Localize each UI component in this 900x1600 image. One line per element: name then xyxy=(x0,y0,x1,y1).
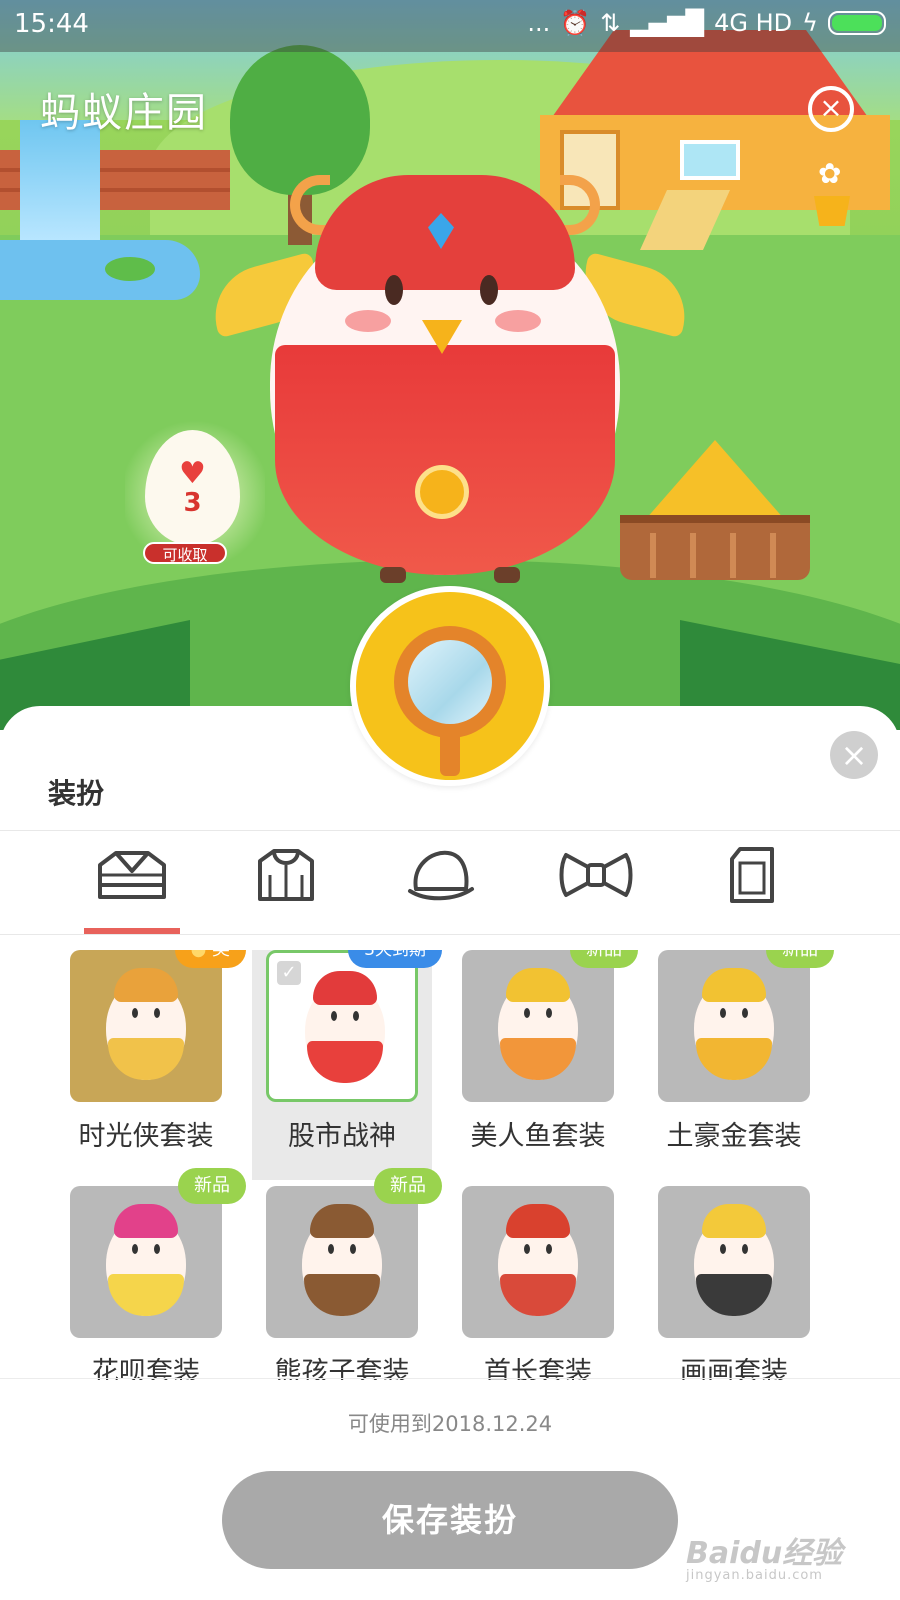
charging-icon: ϟ xyxy=(802,9,818,37)
more-dots-icon: ... xyxy=(527,9,551,37)
outfit-item[interactable]: 新品土豪金套装 xyxy=(644,950,834,1180)
chicken-outfit-icon xyxy=(106,1204,186,1316)
footer-divider xyxy=(0,1378,900,1379)
outfit-thumbnail xyxy=(462,1186,614,1338)
food-trough[interactable] xyxy=(620,440,810,590)
chicken-outfit-icon xyxy=(498,968,578,1080)
outfit-name: 熊孩子套装 xyxy=(274,1357,410,1380)
outfit-badge: 新品 xyxy=(374,1168,442,1204)
validity-text: 可使用到2018.12.24 xyxy=(347,1412,553,1436)
outfit-badge: 3天到期 xyxy=(348,950,442,968)
collect-tag[interactable]: 可收取 xyxy=(143,542,227,564)
mirror-button[interactable] xyxy=(350,586,550,786)
outfit-thumbnail xyxy=(70,1186,222,1338)
outfit-item[interactable]: 新品美人鱼套装 xyxy=(448,950,638,1180)
chicken-outfit-icon xyxy=(302,1204,382,1316)
outfit-item[interactable]: 新品熊孩子套装 xyxy=(252,1168,442,1380)
outfit-thumbnail xyxy=(266,1186,418,1338)
close-panel-button[interactable]: × xyxy=(830,731,878,779)
outfit-thumbnail xyxy=(658,1186,810,1338)
status-time: 15:44 xyxy=(14,9,89,39)
flower-pot-icon[interactable]: ✿ xyxy=(812,160,852,230)
tab-top[interactable] xyxy=(226,830,346,920)
outfit-badge: 新品 xyxy=(570,950,638,968)
shirt-set-icon xyxy=(98,851,166,899)
medal-icon xyxy=(415,465,469,519)
divider xyxy=(0,934,900,935)
tab-background[interactable] xyxy=(692,830,812,920)
outfit-item[interactable]: ● 奖时光侠套装 xyxy=(60,950,246,1180)
network-type: 4G HD xyxy=(714,9,793,37)
outfit-name: 时光侠套装 xyxy=(78,1121,214,1152)
chicken-outfit-icon xyxy=(498,1204,578,1316)
tab-accessory[interactable] xyxy=(536,830,656,920)
watermark-url: jingyan.baidu.com xyxy=(686,1568,823,1583)
chicken-outfit-icon xyxy=(305,971,385,1083)
cap-icon xyxy=(408,850,474,901)
hoodie-icon xyxy=(258,849,314,901)
outfit-name: 首长套装 xyxy=(484,1357,592,1380)
alarm-icon: ⏰ xyxy=(560,9,591,37)
panel-title: 装扮 xyxy=(48,777,105,810)
badge-label: 奖 xyxy=(212,950,230,960)
outfit-badge: ● 奖 xyxy=(174,950,246,968)
mirror-icon xyxy=(356,592,544,780)
bowtie-icon xyxy=(559,853,633,897)
status-bar: 15:44 ... ⏰ ⇅ ▂▄▆█ 4G HD ϟ xyxy=(0,0,900,52)
heart-icon: ♥ xyxy=(179,455,206,491)
collectable-egg[interactable]: ♥ 3 可收取 xyxy=(125,415,265,580)
outfit-item[interactable]: ✓ 3天到期股市战神 xyxy=(252,950,442,1180)
chicken-outfit-icon xyxy=(694,968,774,1080)
tab-hat[interactable] xyxy=(380,830,500,920)
outfit-thumbnail xyxy=(658,950,810,1102)
app-title: 蚂蚁庄园 xyxy=(40,90,208,136)
outfit-thumbnail xyxy=(462,950,614,1102)
outfit-grid: ● 奖时光侠套装✓3天到期股市战神新品美人鱼套装新品土豪金套装新品花呗套装新品熊… xyxy=(60,950,860,1380)
outfit-item[interactable]: 画画套装 xyxy=(644,1176,824,1380)
outfit-item[interactable]: 新品花呗套装 xyxy=(60,1168,246,1380)
status-icons: ... ⏰ ⇅ ▂▄▆█ 4G HD ϟ xyxy=(527,9,886,37)
data-transfer-icon: ⇅ xyxy=(600,9,621,37)
signal-icon: ▂▄▆█ xyxy=(630,9,705,37)
egg-count: 3 xyxy=(183,487,202,518)
watermark-logo: Baidu经验 xyxy=(686,1536,843,1571)
close-app-icon[interactable]: × xyxy=(808,86,854,132)
lily-pad xyxy=(105,257,155,281)
pond xyxy=(0,240,200,300)
battery-icon xyxy=(828,11,886,35)
outfit-name: 美人鱼套装 xyxy=(470,1121,606,1152)
outfit-name: 花呗套装 xyxy=(92,1357,200,1380)
baidu-watermark: Baidu经验 jingyan.baidu.com xyxy=(686,1528,842,1583)
tab-outfit-set[interactable] xyxy=(72,830,192,920)
outfit-thumbnail: ✓ xyxy=(266,950,418,1102)
outfit-badge: 新品 xyxy=(178,1168,246,1204)
chicken-outfit-icon xyxy=(106,968,186,1080)
outfit-badge: 新品 xyxy=(766,950,834,968)
outfit-item[interactable]: 首长套装 xyxy=(448,1176,628,1380)
box-icon xyxy=(730,847,774,903)
selected-check-icon: ✓ xyxy=(277,961,301,985)
category-tabs xyxy=(0,830,900,920)
outfit-name: 土豪金套装 xyxy=(666,1121,802,1152)
outfit-thumbnail xyxy=(70,950,222,1102)
outfit-name: 画画套装 xyxy=(680,1357,788,1380)
outfit-name: 股市战神 xyxy=(288,1121,396,1152)
coin-icon: ● xyxy=(191,950,212,960)
waterfall xyxy=(20,120,100,240)
chicken-outfit-icon xyxy=(694,1204,774,1316)
save-outfit-button[interactable]: 保存装扮 xyxy=(222,1471,678,1569)
chicken-character[interactable] xyxy=(204,175,696,595)
